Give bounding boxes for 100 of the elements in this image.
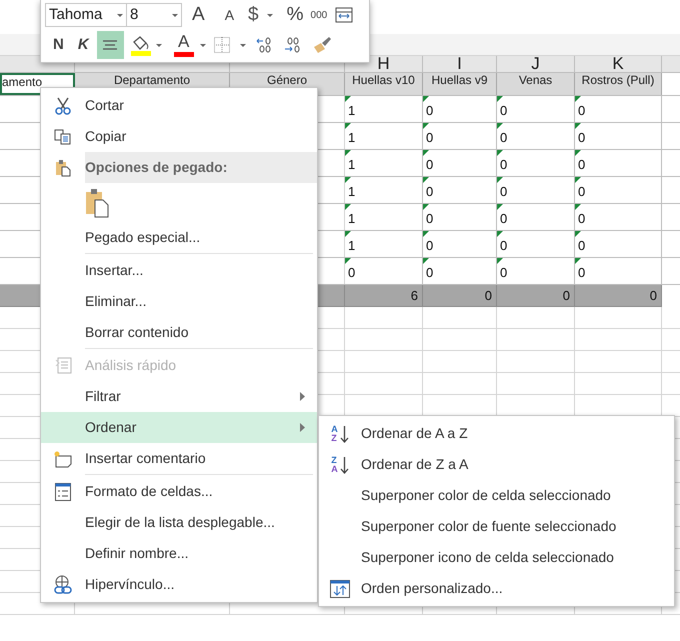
table-cell: 0 bbox=[578, 238, 586, 253]
column-letter[interactable]: I bbox=[457, 55, 462, 72]
total-cell: 0 bbox=[497, 285, 575, 307]
menu-item[interactable]: Superponer icono de celda seleccionado bbox=[319, 542, 674, 573]
table-cell: 1 bbox=[348, 130, 356, 145]
font-color-button[interactable]: A bbox=[174, 33, 194, 57]
grow-font-button[interactable]: A bbox=[190, 0, 207, 30]
header-cell: Huellas v9 bbox=[431, 74, 488, 87]
custom-sort-icon bbox=[330, 580, 350, 598]
menu-item[interactable]: Superponer color de fuente seleccionado bbox=[319, 511, 674, 542]
total-cell: 0 bbox=[423, 285, 497, 307]
down-arrow-icon bbox=[340, 456, 349, 474]
header-cell: amento bbox=[2, 76, 42, 89]
font-name-dropdown[interactable]: Tahoma bbox=[45, 3, 127, 27]
table-cell: 1 bbox=[348, 211, 356, 226]
submenu-arrow-icon bbox=[300, 423, 305, 432]
table-cell: 0 bbox=[426, 265, 434, 280]
header-cell: Huellas v10 bbox=[352, 74, 415, 87]
total-cell: 0 bbox=[575, 285, 662, 307]
paste-option-button[interactable] bbox=[85, 188, 109, 218]
copy-icon bbox=[54, 128, 72, 144]
table-cell: 0 bbox=[426, 130, 434, 145]
shrink-font-button[interactable]: A bbox=[222, 4, 236, 26]
font-size-dropdown[interactable]: 8 bbox=[127, 3, 182, 27]
currency-button[interactable]: $ bbox=[248, 0, 259, 30]
column-letter[interactable]: H bbox=[377, 55, 390, 72]
section-header: Opciones de pegado: bbox=[85, 152, 317, 183]
menu-item[interactable]: Definir nombre... bbox=[41, 538, 317, 569]
caret-icon bbox=[156, 44, 162, 46]
menu-item[interactable]: Cortar bbox=[41, 90, 317, 121]
caret-icon bbox=[200, 44, 206, 46]
table-cell: 0 bbox=[500, 184, 508, 199]
menu-item[interactable]: Elegir de la lista desplegable... bbox=[41, 507, 317, 538]
menu-item[interactable]: Hipervínculo... bbox=[41, 569, 317, 600]
fill-color-icon bbox=[130, 34, 152, 56]
sort-icon: Z A bbox=[331, 456, 349, 474]
table-cell: 0 bbox=[426, 184, 434, 199]
comment-icon bbox=[53, 450, 73, 468]
bold-button[interactable]: N bbox=[53, 34, 64, 56]
table-cell: 0 bbox=[500, 265, 508, 280]
table-cell: 0 bbox=[578, 103, 586, 118]
menu-item[interactable]: Filtrar bbox=[41, 381, 317, 412]
table-cell: 1 bbox=[348, 238, 356, 253]
table-cell: 0 bbox=[578, 265, 586, 280]
table-cell: 0 bbox=[426, 238, 434, 253]
header-cell: Género bbox=[266, 74, 308, 87]
table-cell: 0 bbox=[500, 211, 508, 226]
format-cells-icon bbox=[55, 482, 71, 500]
column-letter[interactable]: J bbox=[531, 55, 540, 72]
menu-item[interactable]: Copiar bbox=[41, 121, 317, 152]
menu-item[interactable]: Ordenar bbox=[41, 412, 317, 443]
header-cell: Rostros (Pull) bbox=[582, 74, 654, 87]
table-cell: 0 bbox=[348, 265, 356, 280]
menu-item[interactable]: Eliminar... bbox=[41, 286, 317, 317]
paintbrush-icon bbox=[312, 35, 332, 55]
center-align-button[interactable] bbox=[96, 31, 124, 59]
thousands-button[interactable]: 000 bbox=[310, 8, 328, 22]
menu-item[interactable]: Insertar... bbox=[41, 255, 317, 286]
caret-icon bbox=[172, 14, 178, 16]
globe-link-icon bbox=[53, 574, 73, 594]
scissors-icon bbox=[54, 96, 72, 114]
menu-item[interactable]: Z A Ordenar de Z a A bbox=[319, 449, 674, 480]
table-cell: 0 bbox=[578, 211, 586, 226]
table-cell: 0 bbox=[578, 184, 586, 199]
align-center-icon bbox=[103, 40, 118, 50]
quick-analysis-icon bbox=[54, 357, 72, 374]
decrease-decimal-icon bbox=[284, 36, 302, 54]
table-cell: 0 bbox=[500, 238, 508, 253]
menu-item[interactable]: A Z Ordenar de A a Z bbox=[319, 418, 674, 449]
header-cell: Venas bbox=[518, 74, 552, 87]
table-cell: 1 bbox=[348, 157, 356, 172]
menu-item[interactable]: Formato de celdas... bbox=[41, 476, 317, 507]
percent-button[interactable]: % bbox=[286, 0, 304, 30]
wrap-icon bbox=[335, 7, 354, 23]
table-cell: 0 bbox=[500, 130, 508, 145]
submenu-arrow-icon bbox=[300, 392, 305, 401]
column-letter[interactable]: K bbox=[612, 55, 624, 72]
table-cell: 0 bbox=[578, 130, 586, 145]
italic-button[interactable]: K bbox=[78, 34, 89, 56]
clipboard-icon bbox=[55, 158, 71, 176]
down-arrow-icon bbox=[340, 424, 349, 442]
sort-icon: A Z bbox=[331, 424, 349, 442]
menu-item[interactable]: Pegado especial... bbox=[41, 222, 317, 253]
table-cell: 0 bbox=[500, 157, 508, 172]
borders-icon bbox=[214, 37, 230, 53]
table-cell: 0 bbox=[426, 157, 434, 172]
table-cell: 1 bbox=[348, 103, 356, 118]
table-cell: 0 bbox=[426, 211, 434, 226]
caret-icon bbox=[117, 14, 123, 16]
menu-item[interactable]: Borrar contenido bbox=[41, 317, 317, 348]
menu-item[interactable]: Insertar comentario bbox=[41, 443, 317, 474]
total-cell: 6 bbox=[345, 285, 423, 307]
table-cell: 1 bbox=[348, 184, 356, 199]
header-cell: Departamento bbox=[114, 74, 190, 87]
caret-icon bbox=[240, 44, 246, 46]
menu-item[interactable]: Orden personalizado... bbox=[319, 573, 674, 604]
table-cell: 0 bbox=[500, 103, 508, 118]
table-cell: 0 bbox=[426, 103, 434, 118]
menu-item[interactable]: Superponer color de celda seleccionado bbox=[319, 480, 674, 511]
caret-icon bbox=[266, 14, 273, 16]
